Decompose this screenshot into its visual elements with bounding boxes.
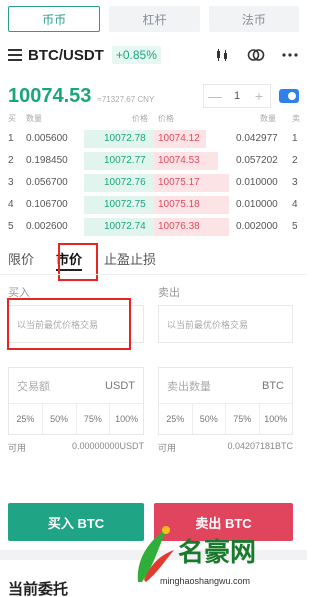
book-row[interactable]: 2 0.198450 10072.77 10074.53 0.057202 2: [8, 150, 299, 172]
buy-pct-100[interactable]: 100%: [110, 404, 143, 434]
header-buy: 买: [8, 114, 16, 123]
book-row[interactable]: 1 0.005600 10072.78 10074.12 0.042977 1: [8, 128, 299, 150]
tab-stop[interactable]: 止盈止损: [104, 243, 156, 273]
order-book: 1 0.005600 10072.78 10074.12 0.042977 1 …: [8, 128, 299, 238]
sell-avail-label: 可用: [158, 443, 177, 453]
header-sell: 卖: [292, 114, 300, 123]
stepper-value: 1: [233, 90, 241, 102]
tab-fiat[interactable]: 法币: [208, 6, 299, 32]
sell-amount-unit: BTC: [262, 379, 284, 392]
header-bid-qty: 数量: [26, 114, 42, 123]
cny-price: ≈71327.67 CNY: [97, 94, 155, 104]
watermark-name: 名豪网: [178, 538, 257, 568]
divider: [0, 274, 307, 275]
header-ask-qty: 数量: [260, 114, 276, 123]
stepper-plus-button[interactable]: +: [248, 88, 270, 104]
book-row[interactable]: 5 0.002600 10072.74 10076.38 0.002000 5: [8, 216, 299, 238]
sell-pct-100[interactable]: 100%: [260, 404, 293, 434]
book-row[interactable]: 3 0.056700 10072.76 10075.17 0.010000 3: [8, 172, 299, 194]
sell-price-field[interactable]: 以当前最优价格交易: [158, 305, 293, 343]
sell-pct-50[interactable]: 50%: [193, 404, 226, 434]
sell-pct-75[interactable]: 75%: [226, 404, 260, 434]
menu-icon[interactable]: [8, 49, 22, 61]
buy-amount-input[interactable]: 交易额: [17, 378, 50, 394]
more-icon[interactable]: [281, 46, 299, 64]
buy-pct-25[interactable]: 25%: [9, 404, 43, 434]
sell-amount-input[interactable]: 卖出数量: [167, 378, 211, 394]
buy-amount-unit: USDT: [105, 379, 135, 392]
buy-amount-box: 交易额 USDT 25% 50% 75% 100%: [8, 367, 144, 435]
buy-pct-75[interactable]: 75%: [77, 404, 111, 434]
buy-available: 可用 0.00000000USDT: [8, 441, 144, 454]
pair-change-badge: +0.85%: [111, 46, 161, 64]
buy-avail-value: 0.00000000USDT: [71, 441, 144, 451]
pair-name[interactable]: BTC/USDT: [28, 47, 104, 64]
header-ask-price: 价格: [158, 114, 174, 123]
candlestick-icon[interactable]: [213, 46, 231, 64]
market-tabs: 币币 杠杆 法币: [8, 6, 299, 32]
header-bid-price: 价格: [132, 114, 148, 123]
buy-btc-button[interactable]: 买入 BTC: [8, 503, 144, 541]
sell-available: 可用 0.04207181BTC: [158, 441, 293, 454]
sell-amount-box: 卖出数量 BTC 25% 50% 75% 100%: [158, 367, 293, 435]
tab-spot[interactable]: 币币: [8, 6, 101, 32]
last-price: 10074.53: [8, 84, 92, 107]
buy-avail-label: 可用: [8, 443, 27, 453]
book-row[interactable]: 4 0.106700 10072.75 10075.18 0.010000 4: [8, 194, 299, 216]
watermark-url: minghaoshangwu.com: [160, 576, 251, 586]
sell-label: 卖出: [158, 287, 180, 299]
buy-pct-50[interactable]: 50%: [43, 404, 77, 434]
compare-icon[interactable]: [247, 46, 265, 64]
pair-header: BTC/USDT +0.85%: [8, 40, 299, 70]
order-book-header: 买 数量 价格 价格 数量 卖: [8, 113, 300, 125]
watermark: 名豪网 minghaoshangwu.com: [128, 520, 306, 594]
stepper-minus-button[interactable]: —: [204, 88, 226, 104]
sell-pct-25[interactable]: 25%: [159, 404, 193, 434]
tab-limit[interactable]: 限价: [8, 243, 34, 273]
tab-margin[interactable]: 杠杆: [109, 6, 200, 32]
current-orders-title: 当前委托: [8, 581, 69, 597]
depth-stepper: — 1 +: [203, 84, 271, 108]
order-type-tabs: 限价 市价 止盈止损: [8, 243, 299, 273]
annotation-box-market-tab: [58, 243, 98, 281]
ticker-row: 10074.53 ≈71327.67 CNY — 1 +: [8, 82, 299, 110]
sell-avail-value: 0.04207181BTC: [227, 441, 293, 451]
layout-toggle-icon[interactable]: [279, 89, 299, 103]
annotation-box-price-field: [7, 298, 131, 350]
